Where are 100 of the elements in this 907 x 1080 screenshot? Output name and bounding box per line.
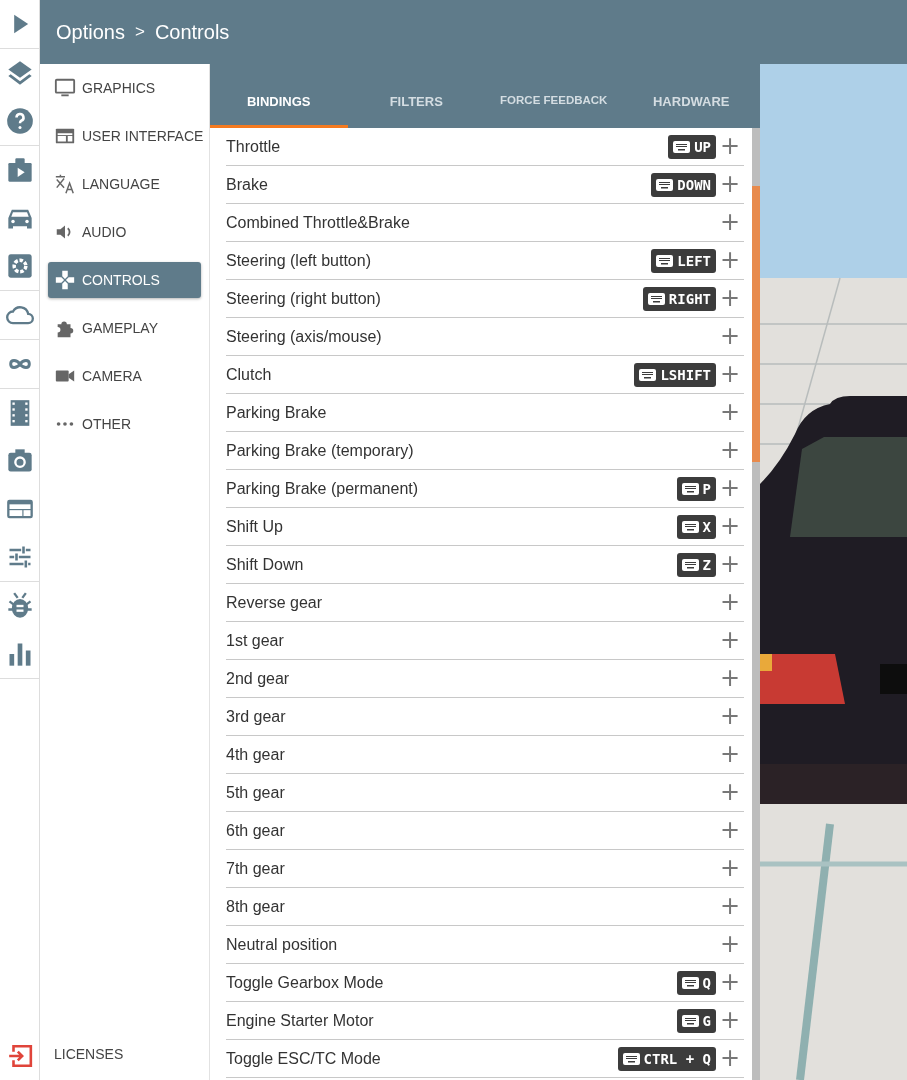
tab[interactable]: FILTERS <box>347 64 485 128</box>
add-binding-button[interactable]: + <box>716 323 744 350</box>
keyboard-icon <box>681 520 699 533</box>
add-binding-button[interactable]: + <box>716 285 744 312</box>
key-binding[interactable]: Z <box>676 552 716 577</box>
licenses-link[interactable]: LICENSES <box>48 1036 201 1072</box>
tab[interactable]: BINDINGS <box>210 64 348 128</box>
add-binding-button[interactable]: + <box>716 1007 744 1034</box>
action-label: Steering (left button) <box>226 251 372 270</box>
add-binding-button[interactable]: + <box>716 589 744 616</box>
sidebar-item[interactable]: GAMEPLAY <box>48 310 201 346</box>
tab[interactable]: FORCE FEEDBACK <box>485 64 623 128</box>
add-binding-button[interactable]: + <box>716 969 744 996</box>
action-label: Parking Brake (temporary) <box>226 441 415 460</box>
sidebar-item[interactable]: CONTROLS <box>48 262 201 298</box>
action-label: Shift Down <box>226 555 305 574</box>
camera-icon <box>5 447 34 475</box>
add-binding-button[interactable]: + <box>716 893 744 920</box>
key-binding[interactable]: X <box>676 514 716 539</box>
keyboard-icon <box>656 178 674 191</box>
keyboard-icon <box>681 1014 699 1027</box>
scrollbar-thumb[interactable] <box>752 186 760 462</box>
action-label: Neutral position <box>226 935 339 954</box>
action-label: Clutch <box>226 365 273 384</box>
briefcase-icon <box>5 156 34 184</box>
settings-icon <box>5 252 34 280</box>
add-binding-button[interactable]: + <box>716 1045 744 1072</box>
action-label: Combined Throttle&Brake <box>226 213 411 232</box>
breadcrumb-title: Options <box>56 20 125 44</box>
layers-icon <box>5 59 34 87</box>
add-binding-button[interactable]: + <box>716 171 744 198</box>
add-binding-button[interactable]: + <box>716 855 744 882</box>
keyboard-icon <box>681 482 699 495</box>
action-label: 3rd gear <box>226 707 287 726</box>
add-binding-button[interactable]: + <box>716 475 744 502</box>
key-binding[interactable]: P <box>676 476 716 501</box>
action-label: 7th gear <box>226 859 286 878</box>
gamepad-icon <box>54 269 76 291</box>
keyboard-icon <box>681 976 699 989</box>
keyboard-icon <box>656 254 674 267</box>
sidebar-item[interactable]: OTHER <box>48 406 201 442</box>
breadcrumb-separator: > <box>134 22 145 42</box>
action-label: 8th gear <box>226 897 286 916</box>
add-binding-button[interactable]: + <box>716 247 744 274</box>
add-binding-button[interactable]: + <box>716 361 744 388</box>
keyboard-icon <box>647 292 665 305</box>
more-icon <box>54 421 76 427</box>
monitor-icon <box>54 77 76 99</box>
action-label: Parking Brake (permanent) <box>226 479 420 498</box>
key-binding[interactable]: G <box>676 1008 716 1033</box>
action-label: Parking Brake <box>226 403 328 422</box>
add-binding-button[interactable]: + <box>716 665 744 692</box>
action-label: 4th gear <box>226 745 286 764</box>
sidebar-item[interactable]: CAMERA <box>48 358 201 394</box>
tab[interactable]: HARDWARE <box>622 64 760 128</box>
action-label: Steering (right button) <box>226 289 382 308</box>
action-label: 2nd gear <box>226 669 291 688</box>
key-binding[interactable]: CTRL + Q <box>617 1046 716 1071</box>
action-label: Engine Starter Motor <box>226 1011 375 1030</box>
action-label: Throttle <box>226 137 282 156</box>
add-binding-button[interactable]: + <box>716 399 744 426</box>
action-label: Toggle ESC/TC Mode <box>226 1049 382 1068</box>
bug-icon <box>5 592 34 620</box>
key-binding[interactable]: DOWN <box>651 172 716 197</box>
action-label: Shift Up <box>226 517 284 536</box>
keyboard-icon <box>639 368 657 381</box>
key-binding[interactable]: Q <box>676 970 716 995</box>
key-binding[interactable]: RIGHT <box>642 286 716 311</box>
action-label: 6th gear <box>226 821 286 840</box>
key-binding[interactable]: LSHIFT <box>634 362 716 387</box>
sidebar-item[interactable]: USER INTERFACE <box>48 118 201 154</box>
keyboard-icon <box>673 140 691 153</box>
add-binding-button[interactable]: + <box>716 931 744 958</box>
key-binding[interactable]: LEFT <box>651 248 716 273</box>
key-binding[interactable]: UP <box>668 134 716 159</box>
help-icon <box>5 107 34 135</box>
translate-icon <box>54 173 76 195</box>
add-binding-button[interactable]: + <box>716 779 744 806</box>
add-binding-button[interactable]: + <box>716 551 744 578</box>
action-label: Steering (axis/mouse) <box>226 327 383 346</box>
sidebar-item[interactable]: GRAPHICS <box>48 70 201 106</box>
action-label: Toggle Gearbox Mode <box>226 973 385 992</box>
add-binding-button[interactable]: + <box>716 703 744 730</box>
sidebar-item[interactable]: LANGUAGE <box>48 166 201 202</box>
keyboard-icon <box>681 558 699 571</box>
add-binding-button[interactable]: + <box>716 209 744 236</box>
action-label: 5th gear <box>226 783 286 802</box>
add-binding-button[interactable]: + <box>716 437 744 464</box>
action-label: Brake <box>226 175 269 194</box>
sidebar-item[interactable]: AUDIO <box>48 214 201 250</box>
add-binding-button[interactable]: + <box>716 133 744 160</box>
scrollbar[interactable] <box>752 128 760 1080</box>
add-binding-button[interactable]: + <box>716 627 744 654</box>
action-label: Reverse gear <box>226 593 324 612</box>
action-label: 1st gear <box>226 631 285 650</box>
add-binding-button[interactable]: + <box>716 513 744 540</box>
breadcrumb-page: Controls <box>154 20 230 44</box>
add-binding-button[interactable]: + <box>716 817 744 844</box>
add-binding-button[interactable]: + <box>716 741 744 768</box>
keyboard-icon <box>622 1052 640 1065</box>
